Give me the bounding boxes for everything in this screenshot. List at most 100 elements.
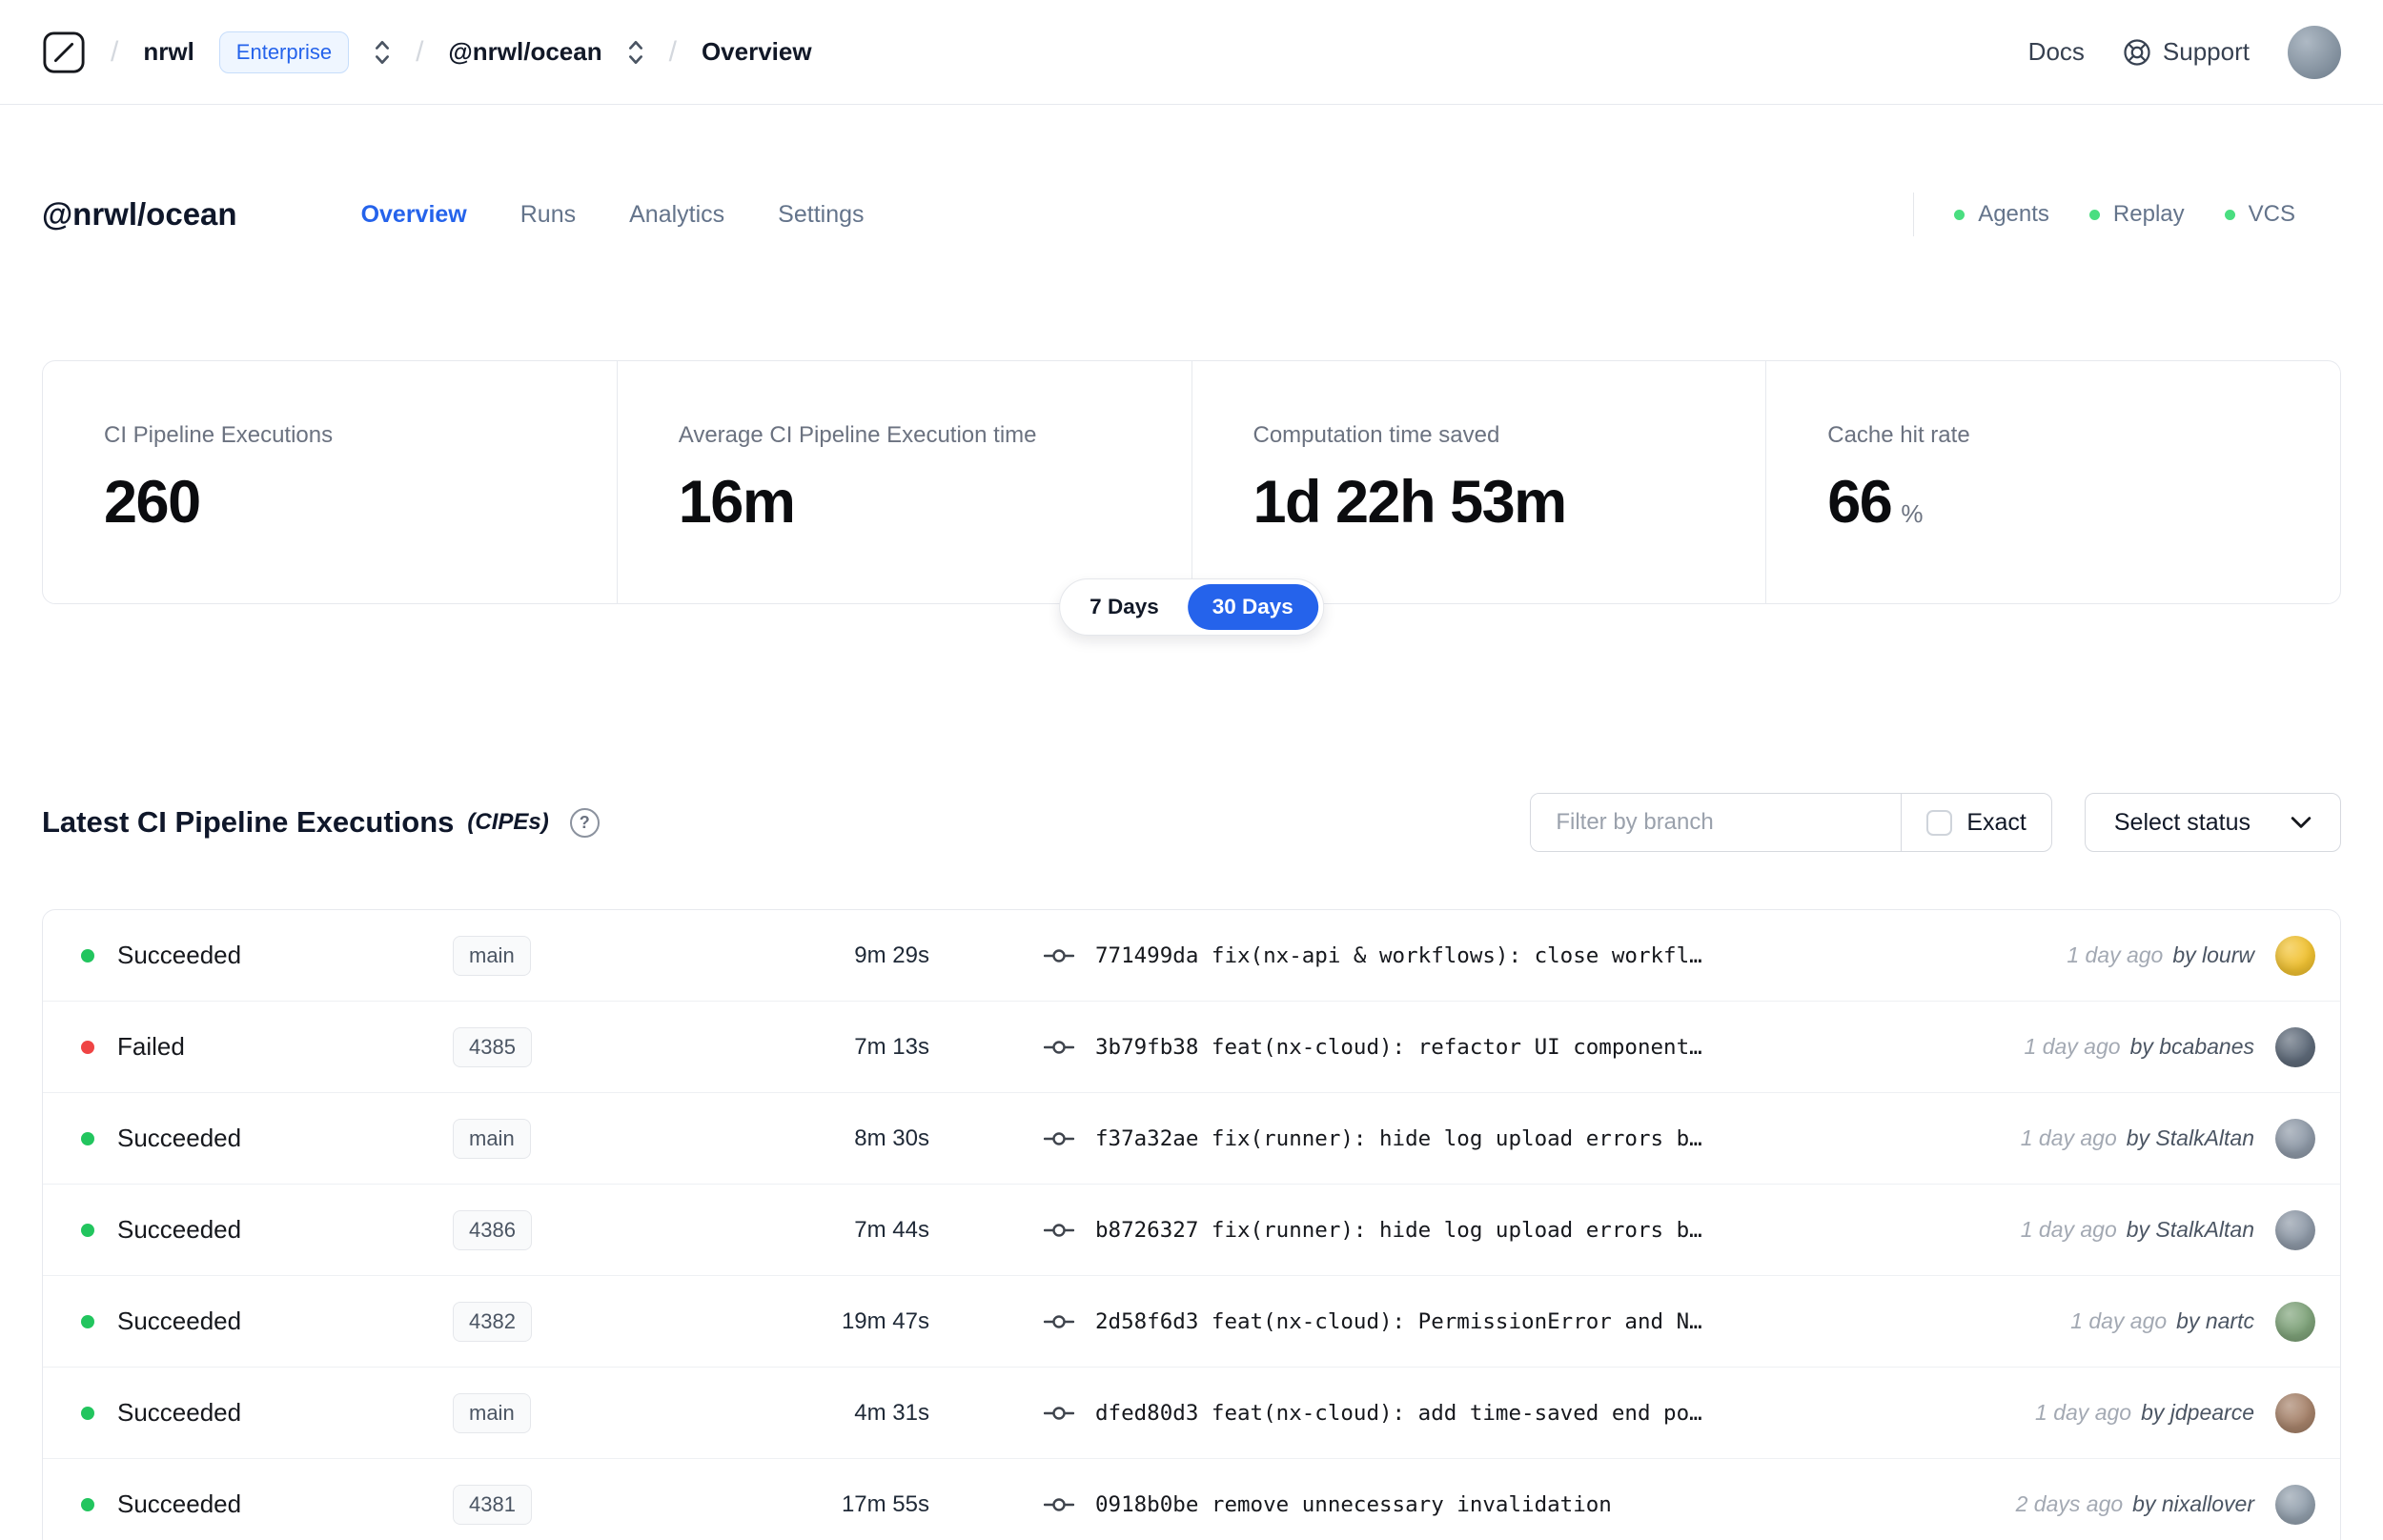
table-row[interactable]: Succeeded 4381 17m 55s 0918b0be remove u… bbox=[43, 1459, 2340, 1540]
meta-cell: 1 day ago by nartc bbox=[2070, 1301, 2315, 1342]
table-row[interactable]: Succeeded main 8m 30s f37a32ae fix(runne… bbox=[43, 1093, 2340, 1185]
tab-analytics[interactable]: Analytics bbox=[629, 201, 724, 229]
branch-cell: 4386 bbox=[453, 1209, 739, 1250]
duration: 19m 47s bbox=[841, 1307, 929, 1334]
status-label: Failed bbox=[117, 1032, 185, 1061]
table-row[interactable]: Failed 4385 7m 13s 3b79fb38 feat(nx-clou… bbox=[43, 1002, 2340, 1093]
commit-icon bbox=[1044, 948, 1074, 962]
stat-value: 16m bbox=[678, 469, 796, 536]
range-option-30-days[interactable]: 30 Days bbox=[1187, 584, 1318, 630]
green-dot-icon bbox=[1954, 209, 1965, 220]
stats-cards: CI Pipeline Executions 260 Average CI Pi… bbox=[42, 360, 2341, 604]
org-name[interactable]: nrwl bbox=[143, 37, 193, 67]
breadcrumb-current-page: Overview bbox=[701, 37, 812, 66]
table-row[interactable]: Succeeded main 4m 31s dfed80d3 feat(nx-c… bbox=[43, 1368, 2340, 1459]
support-link[interactable]: Support bbox=[2123, 37, 2250, 67]
tab-overview[interactable]: Overview bbox=[361, 201, 467, 229]
author-avatar bbox=[2275, 1301, 2315, 1342]
divider bbox=[1913, 192, 1915, 236]
exact-checkbox[interactable] bbox=[1926, 809, 1953, 836]
stat-label: Average CI Pipeline Execution time bbox=[678, 422, 1037, 448]
cipe-controls: Exact Select status bbox=[1530, 793, 2341, 852]
commit-cell: b8726327 fix(runner): hide log upload er… bbox=[1044, 1218, 1983, 1243]
exact-label[interactable]: Exact bbox=[1966, 809, 2027, 837]
commit-message: f37a32ae fix(runner): hide log upload er… bbox=[1095, 1125, 1702, 1151]
tab-runs[interactable]: Runs bbox=[520, 201, 576, 229]
branch-badge: 4381 bbox=[453, 1484, 532, 1525]
lifebuoy-icon bbox=[2124, 38, 2150, 66]
stat-card-cache-hit-rate: Cache hit rate 66% bbox=[1765, 361, 2340, 603]
author: by StalkAltan bbox=[2126, 1125, 2254, 1150]
support-label: Support bbox=[2162, 37, 2250, 66]
meta-cell: 1 day ago by lourw bbox=[2067, 935, 2315, 976]
table-row[interactable]: Succeeded 4386 7m 44s b8726327 fix(runne… bbox=[43, 1185, 2340, 1276]
commit-icon bbox=[1044, 1314, 1074, 1328]
commit-icon bbox=[1044, 1040, 1074, 1054]
range-option-7-days[interactable]: 7 Days bbox=[1065, 584, 1184, 630]
commit-message: 771499da fix(nx-api & workflows): close … bbox=[1095, 942, 1702, 968]
commit-cell: dfed80d3 feat(nx-cloud): add time-saved … bbox=[1044, 1401, 1997, 1426]
status-dot bbox=[81, 1497, 94, 1511]
workspace-header: @nrwl/ocean Overview Runs Analytics Sett… bbox=[0, 105, 2383, 236]
docs-link[interactable]: Docs bbox=[2028, 37, 2085, 67]
duration: 7m 44s bbox=[854, 1216, 929, 1243]
status-cell: Failed bbox=[81, 1032, 453, 1062]
author-avatar bbox=[2275, 935, 2315, 976]
nx-cloud-logo-icon[interactable] bbox=[42, 30, 86, 74]
user-avatar[interactable] bbox=[2288, 25, 2341, 79]
status-dot bbox=[81, 948, 94, 962]
table-row[interactable]: Succeeded main 9m 29s 771499da fix(nx-ap… bbox=[43, 910, 2340, 1002]
status-cell: Succeeded bbox=[81, 1489, 453, 1519]
commit-message: 3b79fb38 feat(nx-cloud): refactor UI com… bbox=[1095, 1034, 1702, 1060]
relative-time: 1 day ago bbox=[2020, 1125, 2117, 1150]
status-label: Succeeded bbox=[117, 1489, 242, 1518]
cipe-table: Succeeded main 9m 29s 771499da fix(nx-ap… bbox=[42, 909, 2341, 1540]
status-cell: Succeeded bbox=[81, 1398, 453, 1428]
duration: 8m 30s bbox=[854, 1125, 929, 1151]
status-select-button[interactable]: Select status bbox=[2084, 793, 2341, 852]
page-title: @nrwl/ocean bbox=[42, 196, 237, 232]
indicator-replay[interactable]: Replay bbox=[2088, 201, 2185, 228]
branch-cell: 4382 bbox=[453, 1301, 739, 1342]
meta-cell: 1 day ago by StalkAltan bbox=[2020, 1209, 2315, 1250]
indicator-vcs[interactable]: VCS bbox=[2224, 201, 2295, 228]
commit-cell: 0918b0be remove unnecessary invalidation bbox=[1044, 1492, 1978, 1517]
relative-time: 1 day ago bbox=[2035, 1400, 2132, 1425]
branch-filter-input[interactable] bbox=[1531, 794, 1902, 851]
stat-label: Cache hit rate bbox=[1827, 422, 1970, 448]
plan-badge[interactable]: Enterprise bbox=[218, 30, 350, 73]
stat-value: 260 bbox=[104, 469, 201, 536]
stats-section: CI Pipeline Executions 260 Average CI Pi… bbox=[42, 360, 2341, 636]
indicator-label: Replay bbox=[2112, 201, 2185, 227]
branch-cell: main bbox=[453, 1118, 739, 1159]
indicator-agents[interactable]: Agents bbox=[1954, 201, 2049, 228]
table-row[interactable]: Succeeded 4382 19m 47s 2d58f6d3 feat(nx-… bbox=[43, 1276, 2340, 1368]
tab-settings[interactable]: Settings bbox=[778, 201, 864, 229]
branch-cell: 4381 bbox=[453, 1484, 739, 1525]
branch-cell: main bbox=[453, 1392, 739, 1433]
workspace-name[interactable]: @nrwl/ocean bbox=[448, 37, 601, 67]
duration: 17m 55s bbox=[841, 1490, 929, 1517]
branch-badge: main bbox=[453, 1118, 531, 1159]
help-icon[interactable]: ? bbox=[569, 807, 600, 838]
exact-match-segment: Exact bbox=[1901, 794, 2051, 851]
commit-cell: 771499da fix(nx-api & workflows): close … bbox=[1044, 943, 2028, 968]
stat-value-unit: % bbox=[1901, 499, 1924, 528]
indicator-label: Agents bbox=[1978, 201, 2049, 227]
author-avatar bbox=[2275, 1392, 2315, 1433]
cipe-section-header: Latest CI Pipeline Executions (CIPEs) ? … bbox=[42, 793, 2341, 852]
workspace-switcher-chevrons-icon[interactable] bbox=[627, 38, 644, 67]
status-label: Succeeded bbox=[117, 1398, 242, 1427]
stat-label: CI Pipeline Executions bbox=[104, 422, 334, 448]
breadcrumb-separator: / bbox=[668, 35, 677, 68]
meta-cell: 2 days ago by nixallover bbox=[2015, 1484, 2315, 1525]
status-cell: Succeeded bbox=[81, 1124, 453, 1153]
status-cell: Succeeded bbox=[81, 941, 453, 970]
status-dot bbox=[81, 1131, 94, 1145]
relative-time: 2 days ago bbox=[2015, 1491, 2124, 1516]
org-switcher-chevrons-icon[interactable] bbox=[374, 38, 391, 67]
relative-time: 1 day ago bbox=[2020, 1217, 2117, 1242]
branch-badge: 4386 bbox=[453, 1209, 532, 1250]
author: by lourw bbox=[2172, 942, 2254, 967]
author: by jdpearce bbox=[2141, 1400, 2254, 1425]
